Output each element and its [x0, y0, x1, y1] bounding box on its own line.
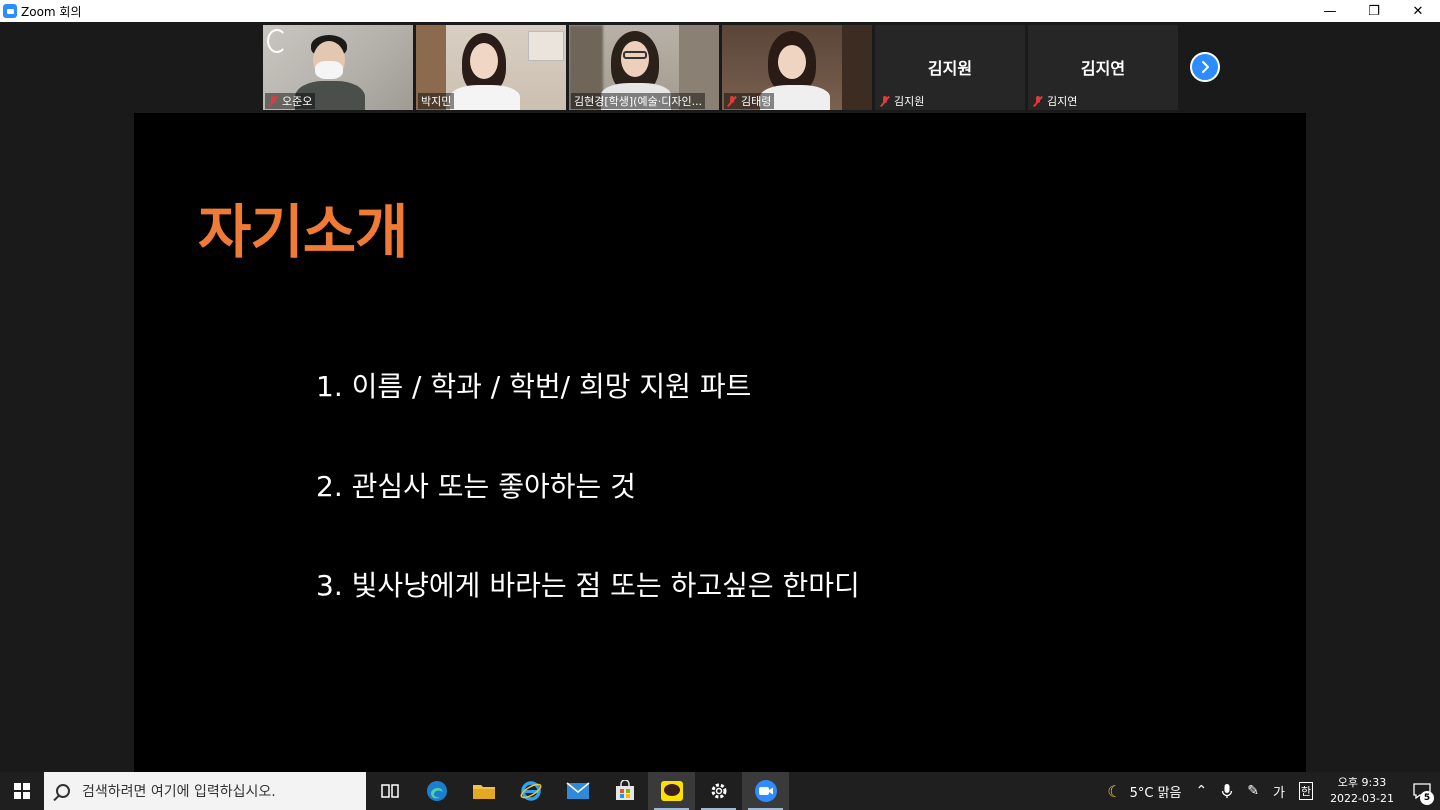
restore-button[interactable]: ❐	[1352, 0, 1396, 22]
participant-display-name: 김지원	[927, 59, 973, 78]
shared-screen: 자기소개 1. 이름 / 학과 / 학번/ 희망 지원 파트 2. 관심사 또는…	[134, 113, 1306, 772]
slide-item: 1. 이름 / 학과 / 학번/ 희망 지원 파트	[316, 370, 752, 403]
pen-icon: ✎	[1247, 783, 1259, 799]
microphone-icon	[1222, 784, 1233, 798]
participant-name-tag: 김지연	[1030, 93, 1080, 109]
taskbar-file-explorer[interactable]	[460, 772, 507, 810]
close-button[interactable]: ✕	[1396, 0, 1440, 22]
participant-name-tag: 김지원	[877, 93, 927, 109]
participant-tile[interactable]: 김지원 김지원	[875, 25, 1025, 110]
meeting-area: 오준오 박지민 김현경[학생](예술·디자인... 김태령 김지원 김지원 김지…	[0, 22, 1440, 772]
participant-tile[interactable]: 오준오	[263, 25, 413, 110]
gear-icon	[711, 783, 726, 799]
notification-center-button[interactable]: 5	[1404, 772, 1440, 810]
chevron-up-icon: ⌃	[1195, 783, 1208, 799]
zoom-app-icon	[3, 4, 17, 18]
taskbar-zoom[interactable]	[742, 772, 789, 810]
mail-icon	[566, 782, 589, 799]
taskbar: 검색하려면 여기에 입력하십시오. ☾ 5°C 맑음 ⌃ ✎ 가 한 오후 9:…	[0, 772, 1440, 810]
search-icon	[56, 784, 70, 798]
search-placeholder: 검색하려면 여기에 입력하십시오.	[82, 784, 276, 800]
folder-icon	[472, 785, 495, 799]
ime-language-button[interactable]: 가	[1266, 772, 1292, 810]
minimize-button[interactable]: —	[1308, 0, 1352, 22]
window-controls: — ❐ ✕	[1308, 0, 1440, 22]
participant-tile[interactable]: 박지민	[416, 25, 566, 110]
task-view-icon	[380, 784, 399, 798]
weather-widget[interactable]: ☾ 5°C 맑음	[1100, 772, 1188, 810]
store-icon	[615, 780, 634, 800]
start-button[interactable]	[0, 772, 44, 810]
clock-date: 2022-03-21	[1330, 792, 1394, 805]
taskbar-settings[interactable]	[695, 772, 742, 810]
taskbar-internet-explorer[interactable]	[507, 772, 554, 810]
taskbar-search-box[interactable]: 검색하려면 여기에 입력하십시오.	[44, 772, 366, 810]
clock-time: 오후 9:33	[1337, 776, 1387, 789]
participant-name-tag: 김현경[학생](예술·디자인...	[571, 93, 706, 109]
system-tray: ☾ 5°C 맑음 ⌃ ✎ 가 한 오후 9:33 2022-03-21 5	[1100, 772, 1440, 810]
taskbar-mail[interactable]	[554, 772, 601, 810]
slide-item: 3. 빛사냥에게 바라는 점 또는 하고싶은 한마디	[316, 569, 860, 602]
taskbar-kakaotalk[interactable]	[648, 772, 695, 810]
notification-badge: 5	[1420, 791, 1434, 805]
window-title: Zoom 회의	[21, 4, 82, 19]
clock[interactable]: 오후 9:33 2022-03-21	[1320, 775, 1404, 807]
window-titlebar: Zoom 회의 — ❐ ✕	[0, 0, 1440, 22]
mic-muted-icon	[880, 95, 890, 107]
participant-name-tag: 김태령	[724, 93, 775, 109]
moon-icon: ☾	[1107, 781, 1122, 801]
task-view-button[interactable]	[366, 772, 413, 810]
mic-muted-icon	[268, 95, 278, 107]
mic-muted-icon	[727, 95, 737, 107]
participant-tile-active[interactable]: 김현경[학생](예술·디자인...	[569, 25, 719, 110]
mic-muted-icon	[1033, 95, 1043, 107]
ime-mode-button[interactable]: 한	[1292, 772, 1320, 810]
taskbar-store[interactable]	[601, 772, 648, 810]
zoom-icon	[754, 780, 777, 802]
participant-display-name: 김지연	[1080, 59, 1126, 78]
kakaotalk-icon	[660, 781, 683, 801]
edge-icon	[426, 781, 447, 801]
show-hidden-icons-button[interactable]: ⌃	[1189, 772, 1215, 810]
pen-tray-button[interactable]: ✎	[1240, 772, 1266, 810]
slide-title: 자기소개	[198, 198, 408, 266]
weather-text: 5°C 맑음	[1129, 785, 1182, 801]
participant-tile[interactable]: 김태령	[722, 25, 872, 110]
participant-strip: 오준오 박지민 김현경[학생](예술·디자인... 김태령 김지원 김지원 김지…	[263, 25, 1181, 110]
chevron-right-icon	[1202, 61, 1209, 73]
next-page-button[interactable]	[1190, 52, 1220, 82]
taskbar-edge[interactable]	[413, 772, 460, 810]
participant-name-tag: 오준오	[265, 93, 316, 109]
internet-explorer-icon	[520, 781, 541, 801]
participant-tile[interactable]: 김지연 김지연	[1028, 25, 1178, 110]
microphone-tray-button[interactable]	[1214, 772, 1240, 810]
participant-name-tag: 박지민	[418, 93, 455, 109]
slide-item: 2. 관심사 또는 좋아하는 것	[316, 470, 636, 503]
windows-logo-icon	[14, 783, 30, 799]
